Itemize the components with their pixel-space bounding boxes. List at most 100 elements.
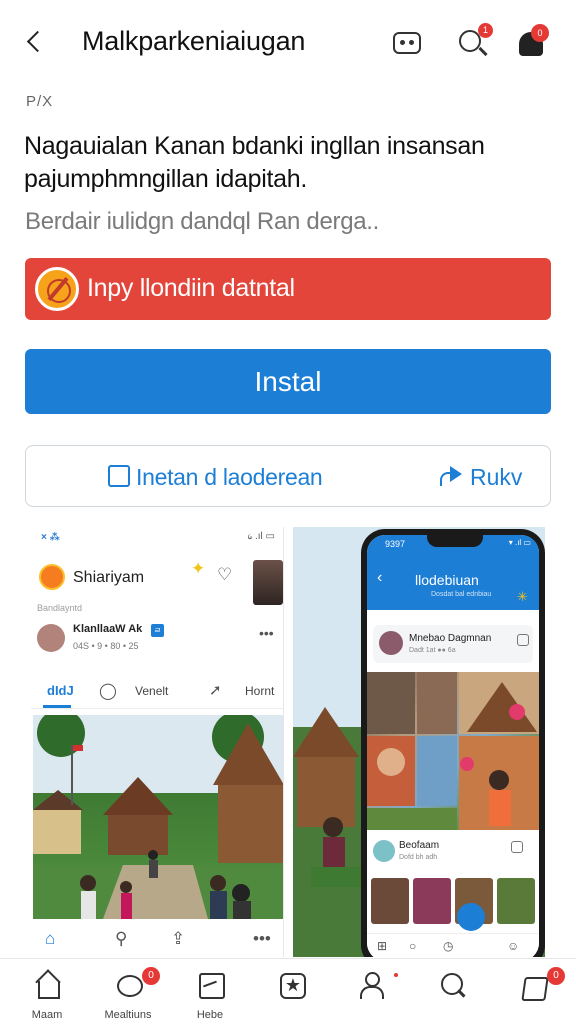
message-icon: 0 <box>114 967 160 999</box>
nav-messages[interactable]: 0 Mealtiuns <box>100 967 160 1023</box>
clock-icon: ◷ <box>443 939 454 953</box>
home-icon: ⌂ <box>45 929 56 948</box>
tab-comment: Venelt <box>135 684 169 698</box>
post-avatar <box>37 624 65 652</box>
back-icon[interactable] <box>22 26 50 58</box>
post-card: Beofaam Dofd bh adh <box>367 832 539 872</box>
floating-action-button <box>457 903 485 931</box>
compass-icon <box>35 267 79 311</box>
post-photo <box>33 715 283 919</box>
heart-icon: ♡ <box>217 565 233 584</box>
phone-notch <box>427 535 483 547</box>
mini-bottom-nav: ⌂ ⚲ ⇪ ••• <box>31 923 283 957</box>
thumbnail <box>371 878 409 924</box>
thumbnail-row <box>371 878 535 924</box>
secondary-action-bar: Inetan d laoderean Rukv <box>25 445 551 507</box>
screen-time: 9397 <box>385 539 406 549</box>
promo-button[interactable]: Inpy llondiin datntal <box>25 258 551 320</box>
search-icon[interactable]: 1 <box>456 23 493 60</box>
promo-button-label: Inpy llondiin datntal <box>87 274 295 302</box>
app-header: Malkparkeniaiugan 1 0 <box>0 0 576 86</box>
screenshot-preview-2[interactable]: 9397 ▾ .ıl ▭ ‹ llodebiuan Dosdat bal edn… <box>293 527 545 957</box>
person-icon <box>356 971 398 999</box>
search-icon <box>438 971 466 999</box>
avatar <box>379 631 403 655</box>
upload-icon: ⇪ <box>171 929 186 948</box>
nav-home[interactable]: Maam <box>19 967 75 1023</box>
page-title: Malkparkeniaiugan <box>82 26 306 56</box>
section-label: Bandlayntd <box>37 603 83 613</box>
post-card-action-icon <box>511 841 523 853</box>
post-tabs: dIdJ ◯ Venelt ➚ Hornt <box>31 675 283 709</box>
app-headline: Nagauialan Kanan bdanki ingllan insansan… <box>24 132 485 193</box>
search-badge: 1 <box>478 23 493 38</box>
home-icon <box>33 971 61 999</box>
smile-icon: ☺ <box>507 939 520 953</box>
search-icon: ⚲ <box>115 929 128 948</box>
nav-search[interactable] <box>424 967 480 1023</box>
village-photo-illustration <box>33 715 283 919</box>
screenshot-preview-1[interactable]: × ⁂ ᥀ .ıl ▭ Shiariyam ✦ ♡ Bandlayntd Kla… <box>31 527 284 957</box>
more-icon: ••• <box>259 625 274 641</box>
post-author: KlanllaaW Ak <box>73 623 143 635</box>
comment-icon: ◯ <box>99 683 117 700</box>
share-action-label[interactable]: Rukv <box>470 464 522 491</box>
status-bar-left: × ⁂ <box>41 532 60 543</box>
profile-name: Shiariyam <box>73 569 145 586</box>
bag-badge: 0 <box>547 967 565 985</box>
post-card-name: Beofaam <box>399 840 440 851</box>
profile-card: Mnebao Dagmnan Dadt 1at ●● 6a <box>373 625 533 663</box>
like-action-label[interactable]: Inetan d laoderean <box>136 464 323 491</box>
install-button-label: Instal <box>254 366 322 397</box>
notification-badge: 0 <box>531 24 549 42</box>
bottom-navigation: Maam 0 Mealtiuns Hebe 0 <box>0 958 576 1024</box>
tab-underline <box>43 705 71 708</box>
notification-icon[interactable]: 0 <box>515 24 549 60</box>
screen-subtitle: Dosdat bal ednbiau <box>431 591 492 598</box>
tab-active: dIdJ <box>47 683 74 698</box>
messages-badge: 0 <box>142 967 160 985</box>
status-bar-right: ᥀ .ıl ▭ <box>247 531 275 542</box>
profile-thumbnail <box>253 560 283 605</box>
avatar <box>39 564 65 590</box>
like-icon[interactable] <box>108 465 130 487</box>
post-badge: ㄹ <box>151 624 165 637</box>
bag-icon: 0 <box>519 967 565 999</box>
chat-icon[interactable] <box>390 26 424 60</box>
phone-screen: 9397 ▾ .ıl ▭ ‹ llodebiuan Dosdat bal edn… <box>367 535 539 957</box>
nav-profile[interactable] <box>342 967 398 1023</box>
grid-icon: ⊞ <box>377 939 388 953</box>
nav-favorites[interactable] <box>262 967 318 1023</box>
screen-title: llodebiuan <box>415 572 479 588</box>
install-button[interactable]: Instal <box>25 349 551 414</box>
share-icon: ➚ <box>209 682 222 699</box>
thumbnail <box>497 878 535 924</box>
app-subtitle: Berdair iulidgn dandql Ran derga.. <box>25 208 380 235</box>
card-name: Mnebao Dagmnan <box>409 633 492 644</box>
more-icon: ••• <box>253 929 271 948</box>
nav-gallery-label: Hebe <box>196 1009 224 1021</box>
star-icon: ✦ <box>191 559 206 578</box>
avatar <box>373 840 395 862</box>
tab-share: Hornt <box>245 684 275 698</box>
phone-device: 9397 ▾ .ıl ▭ ‹ llodebiuan Dosdat bal edn… <box>361 529 545 957</box>
back-icon: ‹ <box>377 569 383 586</box>
card-meta: Dadt 1at ●● 6a <box>409 647 456 654</box>
star-icon: ✳ <box>517 589 528 604</box>
share-icon[interactable] <box>438 464 464 488</box>
category-tag: P/X <box>26 93 54 110</box>
nav-home-label: Maam <box>31 1009 63 1021</box>
nav-bag[interactable]: 0 <box>505 967 565 1023</box>
favorite-icon <box>276 971 306 999</box>
post-card-meta: Dofd bh adh <box>399 854 438 861</box>
nav-messages-label: Mealtiuns <box>104 1009 152 1021</box>
nav-gallery[interactable]: Hebe <box>182 967 238 1023</box>
screen-signals: ▾ .ıl ▭ <box>508 538 531 547</box>
card-action-icon <box>517 634 529 646</box>
photo-grid-illustration <box>367 672 539 830</box>
image-icon <box>196 971 225 999</box>
screen-bottom-nav: ⊞ ○ ◷ ☺ <box>367 933 539 957</box>
photo-grid <box>367 672 539 830</box>
post-meta: 04S • 9 • 80 • 25 <box>73 641 139 651</box>
thumbnail <box>413 878 451 924</box>
